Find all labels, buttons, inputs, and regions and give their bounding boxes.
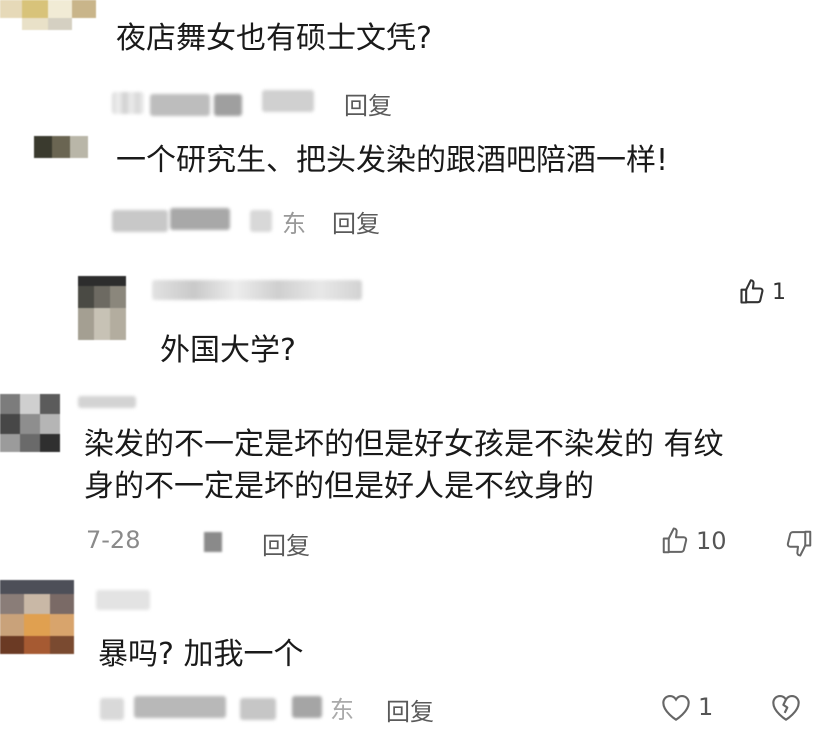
location-blurred — [204, 532, 222, 552]
avatar[interactable] — [0, 394, 60, 452]
avatar[interactable] — [0, 580, 74, 654]
comment-text: 暴吗? 加我一个 — [98, 637, 304, 672]
comment-text-line2: 身的不一定是坏的但是好人是不纹身的 — [84, 469, 594, 504]
avatar[interactable] — [0, 0, 96, 30]
thumbs-up-icon — [662, 527, 688, 554]
like-count: 1 — [772, 279, 786, 305]
comment-text-line1: 染发的不一定是坏的但是好女孩是不染发的 有纹 — [84, 427, 724, 462]
heart-icon — [662, 694, 690, 721]
reply-button[interactable]: 回复 — [386, 692, 434, 727]
thumbs-down-icon — [786, 530, 812, 557]
broken-heart-icon — [772, 695, 800, 721]
comment-text: 外国大学? — [160, 333, 296, 368]
like-button[interactable]: 1 — [738, 278, 786, 306]
avatar[interactable] — [34, 136, 88, 158]
like-count: 1 — [698, 693, 714, 721]
heart-like-button[interactable]: 1 — [660, 692, 713, 722]
reply-button[interactable]: 回复 — [332, 204, 380, 239]
comment-date: 7-28 — [86, 526, 141, 554]
reply-button[interactable]: 回复 — [344, 86, 392, 121]
like-count: 10 — [696, 527, 727, 555]
like-button[interactable]: 10 — [660, 526, 727, 556]
thumbs-up-icon — [740, 279, 764, 304]
dislike-button[interactable] — [784, 528, 814, 558]
avatar[interactable] — [78, 276, 126, 340]
comment-text: 一个研究生、把头发染的跟酒吧陪酒一样! — [116, 143, 669, 178]
reply-button[interactable]: 回复 — [262, 526, 310, 561]
location-text: 东 — [330, 696, 354, 724]
comment-text: 夜店舞女也有硕士文凭? — [116, 21, 432, 56]
dislike-button[interactable] — [770, 692, 802, 722]
location-text: 东 — [282, 210, 306, 238]
